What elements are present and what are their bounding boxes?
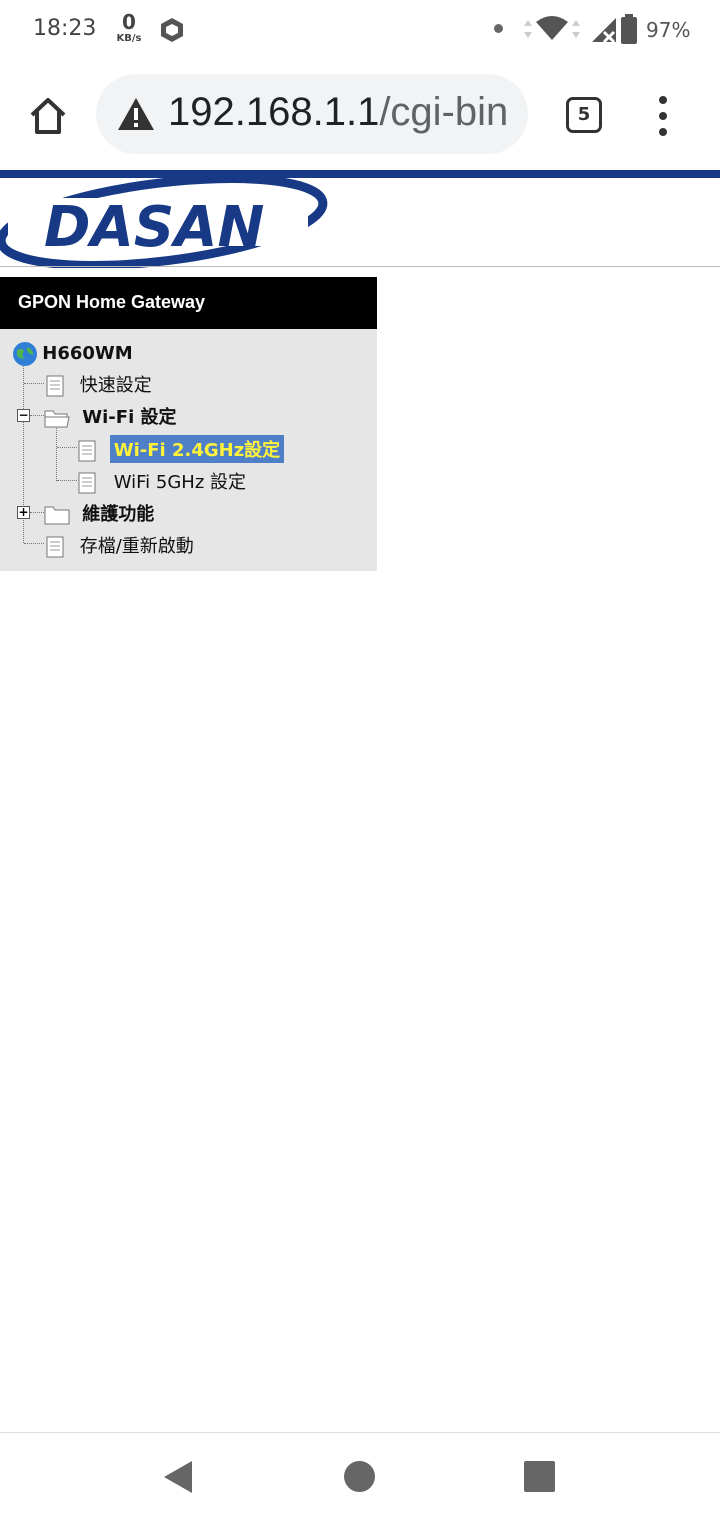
tree-item-wifi-24ghz[interactable]: Wi-Fi 2.4GHz設定: [78, 435, 285, 463]
dasan-logo: DASAN: [0, 174, 330, 270]
tree-item-quick-setup[interactable]: 快速設定: [46, 371, 152, 397]
recent-apps-icon[interactable]: [524, 1461, 555, 1492]
tree-item-wifi-5ghz[interactable]: WiFi 5GHz 設定: [78, 468, 246, 494]
network-speed: 0 KB/s: [112, 12, 146, 44]
more-menu-button[interactable]: [650, 94, 676, 138]
tree-item-label: 存檔/重新啟動: [79, 536, 194, 557]
home-circle-icon[interactable]: [344, 1461, 375, 1492]
url-path: /cgi-bin: [379, 90, 509, 134]
shield-icon: [158, 16, 186, 48]
header-rule: [0, 266, 720, 267]
tree-item-label: 維護功能: [82, 504, 155, 525]
back-icon[interactable]: [162, 1459, 194, 1499]
navigation-tree: H660WM 快速設定 − Wi-Fi 設定 Wi-Fi 2.4GHz設定 Wi…: [0, 329, 377, 571]
menu-header: GPON Home Gateway: [0, 277, 377, 329]
tree-item-label: Wi-Fi 設定: [82, 407, 177, 428]
menu-dot-icon: [659, 128, 667, 136]
collapse-toggle-icon[interactable]: −: [17, 409, 30, 422]
globe-icon: [13, 342, 37, 366]
menu-dot-icon: [659, 112, 667, 120]
menu-dot-icon: [659, 96, 667, 104]
page-icon: [46, 375, 64, 397]
expand-toggle-icon[interactable]: +: [17, 506, 30, 519]
folder-closed-icon: [44, 506, 70, 525]
home-button[interactable]: [26, 94, 70, 138]
address-bar[interactable]: 192.168.1.1/cgi-bin: [96, 74, 528, 154]
tree-root[interactable]: H660WM: [12, 341, 133, 367]
tab-switcher-button[interactable]: 5: [566, 97, 602, 133]
status-bar: 18:23 0 KB/s 97%: [0, 0, 720, 60]
warning-icon[interactable]: [116, 96, 156, 136]
tree-item-label: WiFi 5GHz 設定: [113, 472, 247, 493]
system-nav-bar: [0, 1432, 720, 1520]
notification-dot-icon: [494, 24, 503, 33]
network-speed-value: 0: [122, 10, 136, 34]
tree-item-label: 快速設定: [79, 375, 152, 396]
tree-root-label: H660WM: [42, 343, 133, 364]
browser-toolbar: 192.168.1.1/cgi-bin 5: [0, 60, 720, 170]
tree-item-label-selected: Wi-Fi 2.4GHz設定: [109, 435, 285, 463]
status-time: 18:23: [33, 16, 97, 41]
folder-open-icon: [44, 410, 70, 428]
network-speed-unit: KB/s: [116, 33, 142, 44]
page-icon: [46, 536, 64, 558]
battery-percent: 97%: [646, 18, 691, 42]
signal-icon: [590, 16, 618, 48]
url-host: 192.168.1.1: [168, 90, 380, 134]
page-icon: [78, 472, 96, 494]
brand-text: DASAN: [44, 195, 264, 260]
wifi-icon: [520, 14, 580, 48]
page-icon: [78, 440, 96, 462]
url-text[interactable]: 192.168.1.1/cgi-bin: [168, 90, 508, 135]
tree-folder-maintenance[interactable]: 維護功能: [44, 500, 154, 526]
tree-folder-wifi-settings[interactable]: Wi-Fi 設定: [44, 403, 177, 429]
tree-item-save-reboot[interactable]: 存檔/重新啟動: [46, 532, 194, 558]
home-icon: [30, 98, 66, 134]
battery-icon: [620, 14, 638, 48]
